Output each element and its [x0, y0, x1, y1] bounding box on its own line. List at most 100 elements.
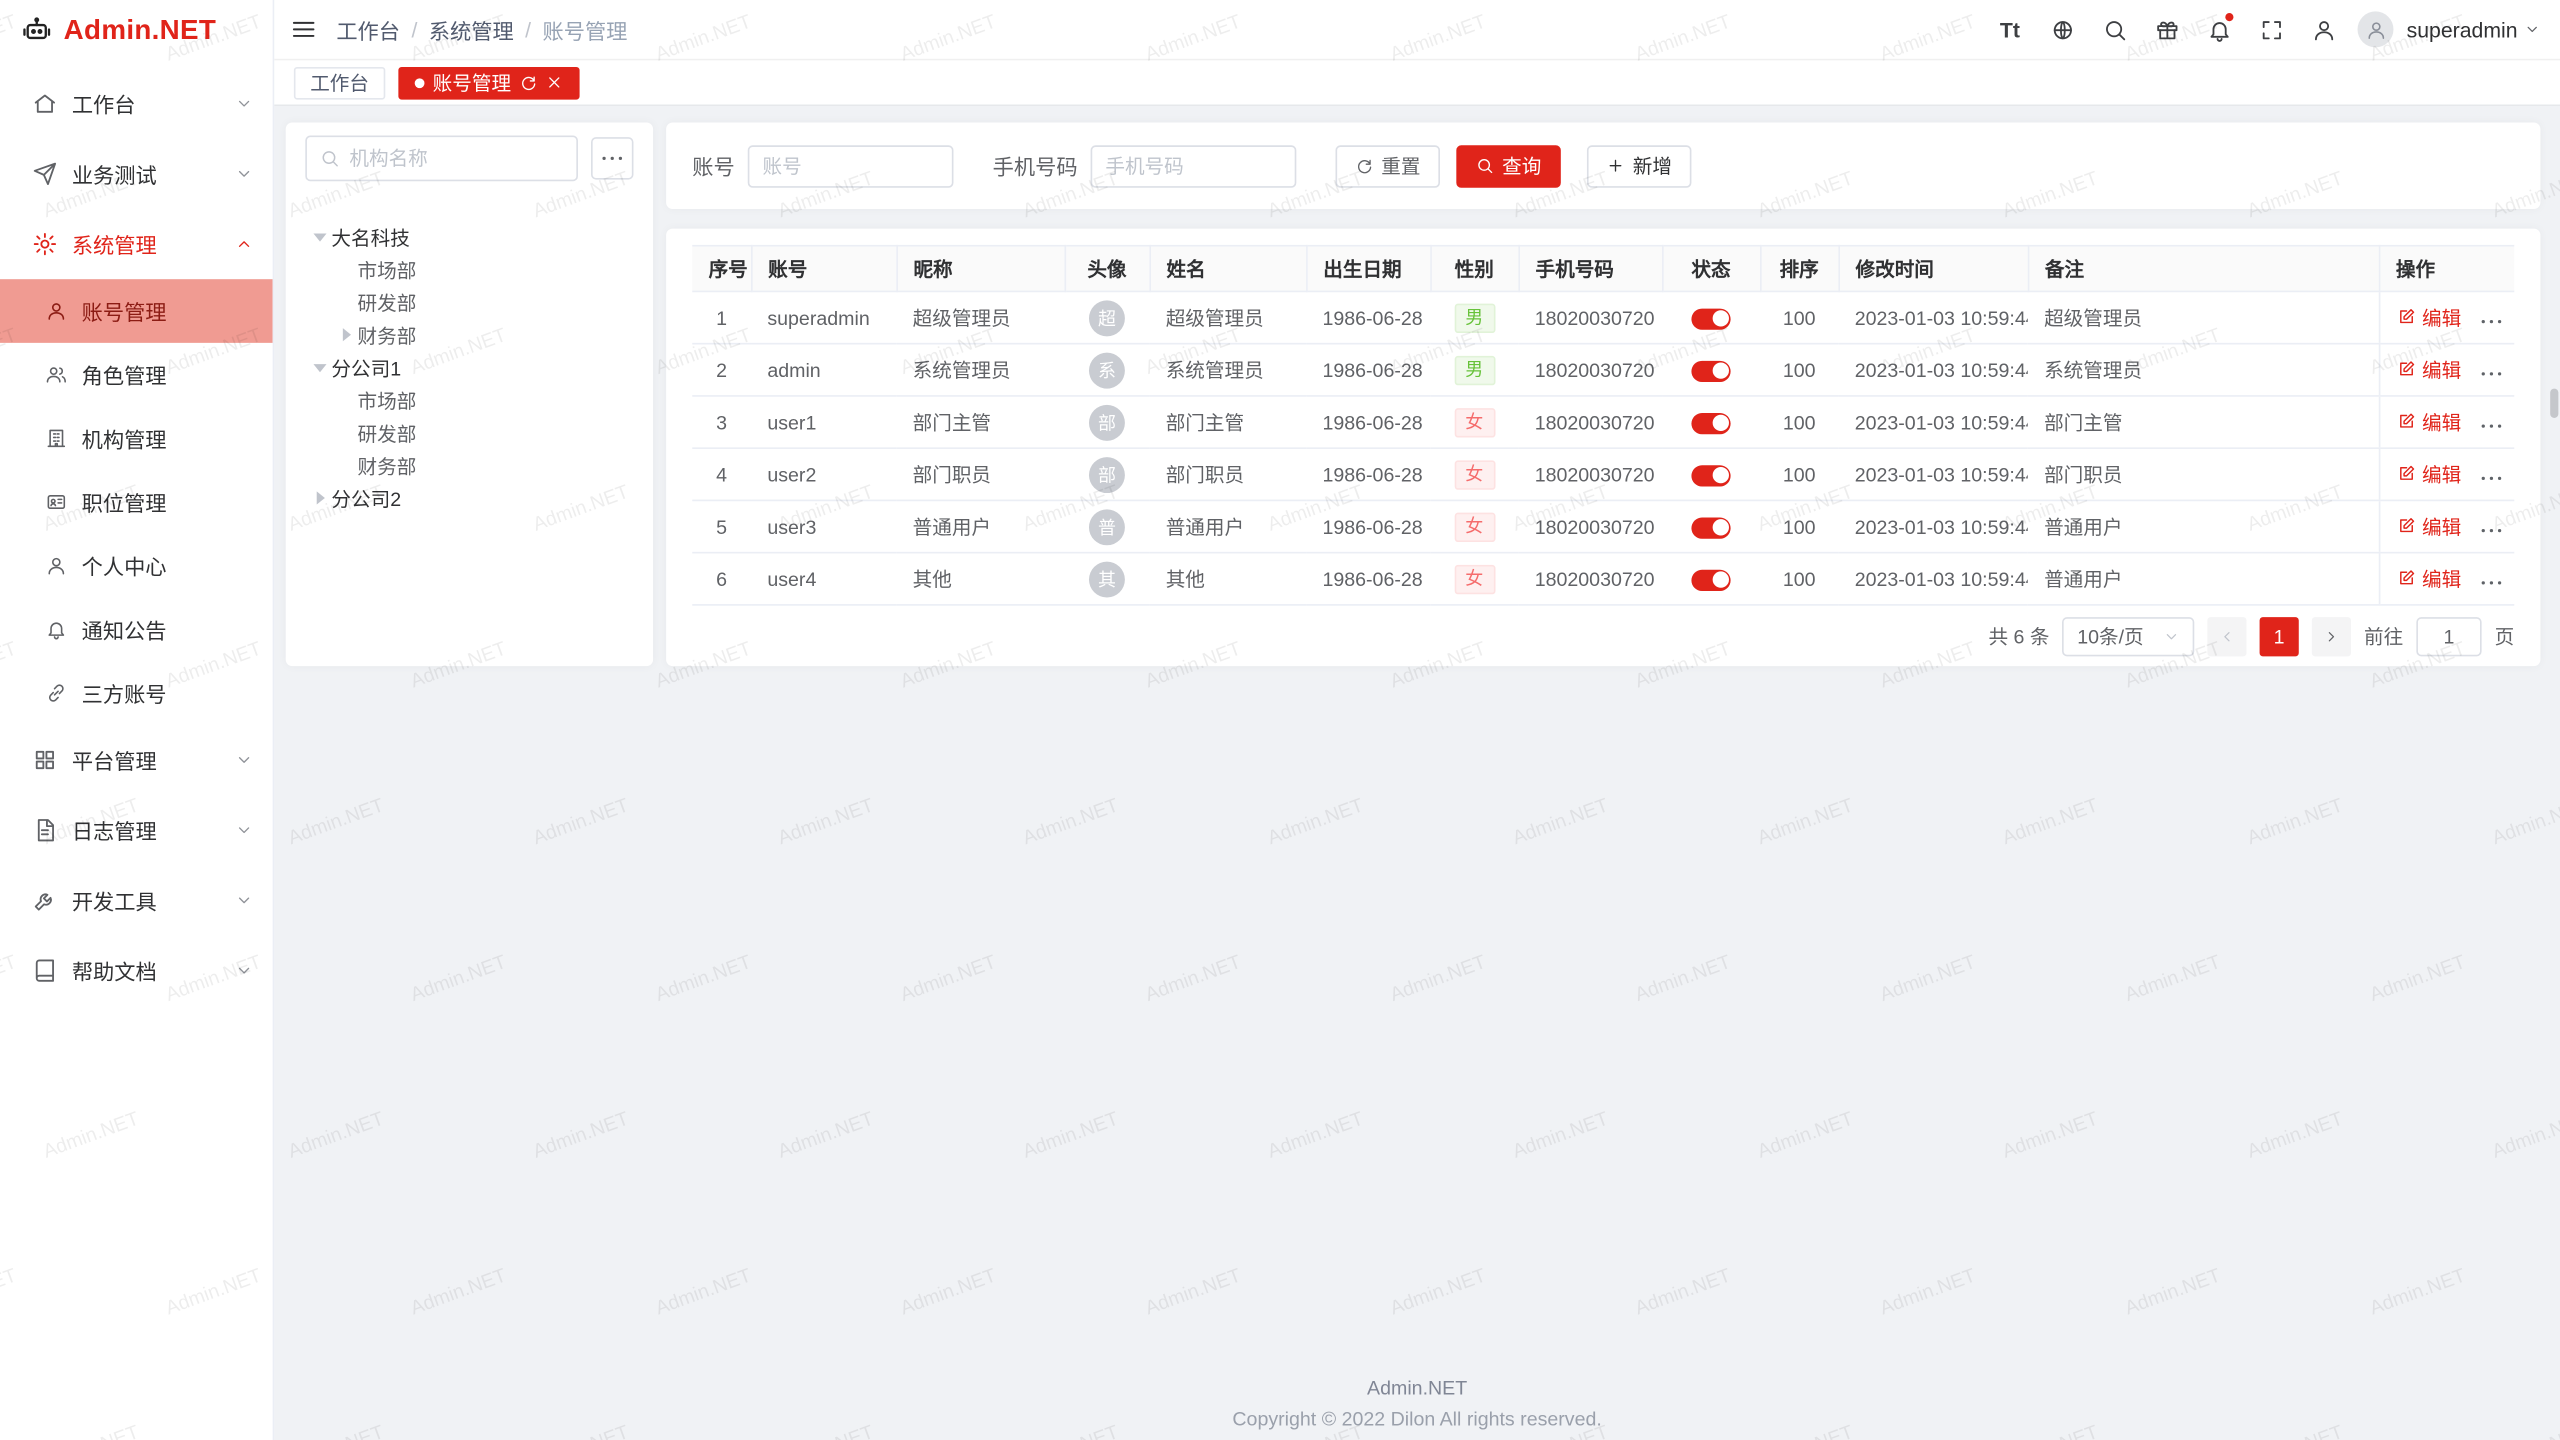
language-globe-icon[interactable]: [2044, 11, 2080, 47]
tree-node[interactable]: 分公司2: [305, 482, 633, 515]
more-actions-button[interactable]: [2481, 581, 2501, 585]
status-toggle[interactable]: [1691, 465, 1730, 486]
footer-title: Admin.NET: [274, 1376, 2560, 1399]
status-toggle[interactable]: [1691, 360, 1730, 381]
column-header: 姓名: [1149, 246, 1306, 292]
sidebar-item-personal-center[interactable]: 个人中心: [0, 534, 273, 598]
sidebar-item-log-management[interactable]: 日志管理: [0, 795, 273, 865]
username-text: superadmin: [2407, 17, 2518, 41]
sidebar-item-position-management[interactable]: 职位管理: [0, 470, 273, 534]
org-tree-panel: 大名科技 市场部 研发部 财务部 分公司1 市场部 研发部 财务部 分公司2: [286, 122, 653, 666]
cell-phone: 18020030720: [1518, 396, 1662, 448]
edit-button[interactable]: 编辑: [2396, 564, 2461, 592]
account-input[interactable]: [748, 144, 954, 186]
sidebar-item-help-docs[interactable]: 帮助文档: [0, 936, 273, 1006]
tree-node[interactable]: 研发部: [305, 286, 633, 319]
tab-workbench[interactable]: 工作台: [294, 66, 385, 99]
gender-badge: 女: [1454, 564, 1495, 593]
edit-button[interactable]: 编辑: [2396, 512, 2461, 540]
more-actions-button[interactable]: [2481, 476, 2501, 480]
tree-node[interactable]: 研发部: [305, 416, 633, 449]
prev-page-button[interactable]: [2207, 616, 2246, 655]
cell-no: 5: [692, 500, 751, 552]
sidebar-item-third-party-account[interactable]: 三方账号: [0, 661, 273, 725]
sidebar-item-role-management[interactable]: 角色管理: [0, 343, 273, 407]
sidebar-item-label: 个人中心: [82, 550, 167, 581]
add-button[interactable]: 新增: [1587, 144, 1692, 186]
sidebar-item-workbench[interactable]: 工作台: [0, 69, 273, 139]
chevron-down-icon: [235, 821, 253, 839]
profile-icon[interactable]: [2305, 11, 2341, 47]
sidebar-item-system-management[interactable]: 系统管理: [0, 209, 273, 279]
logo[interactable]: Admin.NET: [0, 0, 273, 60]
avatar[interactable]: [2358, 11, 2394, 47]
cell-account: user4: [751, 553, 896, 605]
close-icon[interactable]: [545, 73, 563, 91]
user-icon: [46, 300, 67, 321]
sidebar-item-org-management[interactable]: 机构管理: [0, 407, 273, 471]
breadcrumb-item[interactable]: 工作台: [336, 14, 400, 45]
sidebar-item-platform-management[interactable]: 平台管理: [0, 725, 273, 795]
edit-button[interactable]: 编辑: [2396, 303, 2461, 331]
edit-button[interactable]: 编辑: [2396, 408, 2461, 436]
tree-node[interactable]: 财务部: [305, 449, 633, 482]
sidebar-item-business-test[interactable]: 业务测试: [0, 139, 273, 209]
cell-modified: 2023-01-03 10:59:44: [1838, 291, 2027, 343]
caret-down-icon[interactable]: [309, 356, 332, 379]
goto-page-input[interactable]: [2416, 616, 2481, 655]
theme-gift-icon[interactable]: [2149, 11, 2185, 47]
book-icon: [33, 958, 57, 982]
row-avatar: 超: [1089, 300, 1125, 336]
page-size-select[interactable]: 10条/页: [2062, 616, 2194, 655]
scrollbar-thumb[interactable]: [2550, 389, 2558, 418]
status-toggle[interactable]: [1691, 569, 1730, 590]
tree-node[interactable]: 大名科技: [305, 220, 633, 253]
edit-button[interactable]: 编辑: [2396, 460, 2461, 488]
sidebar-item-account-management[interactable]: 账号管理: [0, 279, 273, 343]
tab-account-management[interactable]: 账号管理: [398, 66, 579, 99]
tree-node[interactable]: 分公司1: [305, 351, 633, 384]
edit-button[interactable]: 编辑: [2396, 356, 2461, 384]
search-icon[interactable]: [2096, 11, 2132, 47]
breadcrumb-item[interactable]: 系统管理: [429, 14, 514, 45]
phone-input[interactable]: [1091, 144, 1297, 186]
cell-no: 4: [692, 448, 751, 500]
sidebar-item-dev-tools[interactable]: 开发工具: [0, 865, 273, 935]
caret-down-icon[interactable]: [309, 225, 332, 248]
org-search-field[interactable]: [349, 147, 563, 170]
reset-button[interactable]: 重置: [1336, 144, 1441, 186]
status-toggle[interactable]: [1691, 412, 1730, 433]
sidebar-item-notice[interactable]: 通知公告: [0, 598, 273, 662]
status-toggle[interactable]: [1691, 308, 1730, 329]
caret-right-icon[interactable]: [309, 487, 332, 510]
org-more-button[interactable]: [591, 137, 633, 179]
cell-birthday: 1986-06-28: [1306, 344, 1430, 396]
user-menu[interactable]: superadmin: [2407, 17, 2541, 41]
next-page-button[interactable]: [2312, 616, 2351, 655]
font-size-icon[interactable]: Tt: [1992, 11, 2028, 47]
tree-node[interactable]: 财务部: [305, 318, 633, 351]
fullscreen-icon[interactable]: [2253, 11, 2289, 47]
tree-node[interactable]: 市场部: [305, 384, 633, 417]
tree-node[interactable]: 市场部: [305, 253, 633, 286]
notification-bell-icon[interactable]: [2201, 11, 2237, 47]
search-button[interactable]: 查询: [1456, 144, 1561, 186]
row-avatar: 其: [1089, 561, 1125, 597]
hamburger-menu-icon[interactable]: [291, 16, 317, 42]
refresh-icon[interactable]: [519, 73, 537, 91]
status-toggle[interactable]: [1691, 517, 1730, 538]
org-search-input[interactable]: [305, 136, 578, 182]
more-actions-button[interactable]: [2481, 320, 2501, 324]
more-actions-button[interactable]: [2481, 529, 2501, 533]
page-number-active[interactable]: 1: [2260, 616, 2299, 655]
cell-account: admin: [751, 344, 896, 396]
plus-icon: [1607, 157, 1625, 175]
column-header: 修改时间: [1838, 246, 2027, 292]
caret-right-icon[interactable]: [335, 323, 358, 346]
breadcrumb-item-current: 账号管理: [542, 14, 627, 45]
sidebar-item-label: 平台管理: [72, 744, 235, 775]
users-icon: [46, 364, 67, 385]
chevron-down-icon: [235, 891, 253, 909]
more-actions-button[interactable]: [2481, 424, 2501, 428]
more-actions-button[interactable]: [2481, 372, 2501, 376]
